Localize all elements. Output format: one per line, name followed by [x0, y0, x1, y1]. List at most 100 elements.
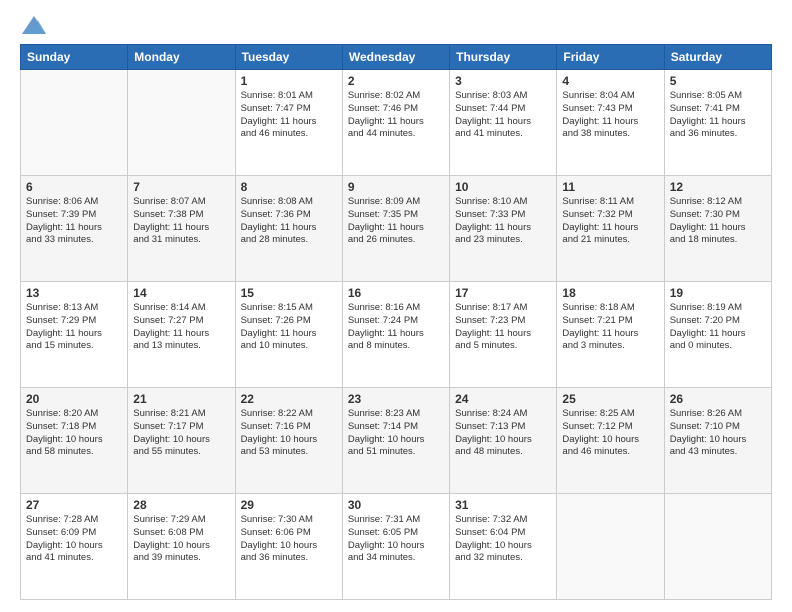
weekday-header-wednesday: Wednesday — [342, 45, 449, 70]
week-row-2: 6Sunrise: 8:06 AMSunset: 7:39 PMDaylight… — [21, 176, 772, 282]
day-number: 30 — [348, 498, 444, 512]
calendar-cell: 18 Sunrise: 8:18 AMSunset: 7:21 PMDayligh… — [557, 282, 664, 388]
cell-text: Sunrise: 8:03 AMSunset: 7:44 PMDaylight:… — [455, 90, 551, 141]
cell-text: Sunrise: 8:05 AMSunset: 7:41 PMDaylight:… — [670, 90, 766, 141]
logo — [20, 16, 46, 34]
day-number: 7 — [133, 180, 229, 194]
weekday-header-sunday: Sunday — [21, 45, 128, 70]
cell-text: Sunrise: 8:16 AMSunset: 7:24 PMDaylight:… — [348, 302, 444, 353]
day-number: 5 — [670, 74, 766, 88]
calendar-cell: 1 Sunrise: 8:01 AMSunset: 7:47 PMDaylight… — [235, 70, 342, 176]
weekday-header-row: SundayMondayTuesdayWednesdayThursdayFrid… — [21, 45, 772, 70]
day-number: 23 — [348, 392, 444, 406]
calendar-cell: 2 Sunrise: 8:02 AMSunset: 7:46 PMDaylight… — [342, 70, 449, 176]
calendar-cell: 31 Sunrise: 7:32 AMSunset: 6:04 PMDayligh… — [450, 494, 557, 600]
calendar-cell: 8Sunrise: 8:08 AMSunset: 7:36 PMDaylight… — [235, 176, 342, 282]
cell-text: Sunrise: 8:01 AMSunset: 7:47 PMDaylight:… — [241, 90, 337, 141]
calendar-cell: 16 Sunrise: 8:16 AMSunset: 7:24 PMDayligh… — [342, 282, 449, 388]
weekday-header-saturday: Saturday — [664, 45, 771, 70]
calendar-cell: 26 Sunrise: 8:26 AMSunset: 7:10 PMDayligh… — [664, 388, 771, 494]
day-number: 25 — [562, 392, 658, 406]
cell-text: Sunrise: 7:32 AMSunset: 6:04 PMDaylight:… — [455, 514, 551, 565]
day-number: 27 — [26, 498, 122, 512]
cell-text: Sunrise: 8:19 AMSunset: 7:20 PMDaylight:… — [670, 302, 766, 353]
cell-text: Sunrise: 8:14 AMSunset: 7:27 PMDaylight:… — [133, 302, 229, 353]
cell-text: Sunrise: 7:31 AMSunset: 6:05 PMDaylight:… — [348, 514, 444, 565]
day-number: 28 — [133, 498, 229, 512]
day-number: 15 — [241, 286, 337, 300]
day-number: 18 — [562, 286, 658, 300]
day-number: 24 — [455, 392, 551, 406]
cell-text: Sunrise: 8:26 AMSunset: 7:10 PMDaylight:… — [670, 408, 766, 459]
cell-text: Sunrise: 8:04 AMSunset: 7:43 PMDaylight:… — [562, 90, 658, 141]
cell-text: Sunrise: 7:29 AMSunset: 6:08 PMDaylight:… — [133, 514, 229, 565]
calendar-cell: 22 Sunrise: 8:22 AMSunset: 7:16 PMDayligh… — [235, 388, 342, 494]
calendar-cell: 6Sunrise: 8:06 AMSunset: 7:39 PMDaylight… — [21, 176, 128, 282]
cell-text: Sunrise: 8:07 AMSunset: 7:38 PMDaylight:… — [133, 196, 229, 247]
calendar-cell: 19 Sunrise: 8:19 AMSunset: 7:20 PMDayligh… — [664, 282, 771, 388]
calendar-cell: 20 Sunrise: 8:20 AMSunset: 7:18 PMDayligh… — [21, 388, 128, 494]
day-number: 12 — [670, 180, 766, 194]
calendar-cell: 11 Sunrise: 8:11 AMSunset: 7:32 PMDayligh… — [557, 176, 664, 282]
day-number: 20 — [26, 392, 122, 406]
calendar-cell — [664, 494, 771, 600]
day-number: 9 — [348, 180, 444, 194]
page: SundayMondayTuesdayWednesdayThursdayFrid… — [0, 0, 792, 612]
day-number: 29 — [241, 498, 337, 512]
day-number: 4 — [562, 74, 658, 88]
calendar-cell: 30 Sunrise: 7:31 AMSunset: 6:05 PMDayligh… — [342, 494, 449, 600]
logo-icon — [22, 16, 46, 34]
day-number: 19 — [670, 286, 766, 300]
cell-text: Sunrise: 8:11 AMSunset: 7:32 PMDaylight:… — [562, 196, 658, 247]
calendar-cell: 15Sunrise: 8:15 AMSunset: 7:26 PMDayligh… — [235, 282, 342, 388]
calendar-cell: 27 Sunrise: 7:28 AMSunset: 6:09 PMDayligh… — [21, 494, 128, 600]
calendar-cell: 9 Sunrise: 8:09 AMSunset: 7:35 PMDaylight… — [342, 176, 449, 282]
week-row-1: 1 Sunrise: 8:01 AMSunset: 7:47 PMDaylight… — [21, 70, 772, 176]
day-number: 1 — [241, 74, 337, 88]
cell-text: Sunrise: 8:08 AMSunset: 7:36 PMDaylight:… — [241, 196, 337, 247]
calendar-cell: 24 Sunrise: 8:24 AMSunset: 7:13 PMDayligh… — [450, 388, 557, 494]
cell-text: Sunrise: 8:06 AMSunset: 7:39 PMDaylight:… — [26, 196, 122, 247]
cell-text: Sunrise: 8:18 AMSunset: 7:21 PMDaylight:… — [562, 302, 658, 353]
calendar-cell: 23 Sunrise: 8:23 AMSunset: 7:14 PMDayligh… — [342, 388, 449, 494]
calendar-cell: 25 Sunrise: 8:25 AMSunset: 7:12 PMDayligh… — [557, 388, 664, 494]
cell-text: Sunrise: 8:25 AMSunset: 7:12 PMDaylight:… — [562, 408, 658, 459]
day-number: 17 — [455, 286, 551, 300]
cell-text: Sunrise: 8:23 AMSunset: 7:14 PMDaylight:… — [348, 408, 444, 459]
calendar-cell — [21, 70, 128, 176]
day-number: 26 — [670, 392, 766, 406]
week-row-5: 27 Sunrise: 7:28 AMSunset: 6:09 PMDayligh… — [21, 494, 772, 600]
day-number: 31 — [455, 498, 551, 512]
day-number: 2 — [348, 74, 444, 88]
calendar-cell: 12Sunrise: 8:12 AMSunset: 7:30 PMDayligh… — [664, 176, 771, 282]
cell-text: Sunrise: 8:22 AMSunset: 7:16 PMDaylight:… — [241, 408, 337, 459]
week-row-3: 13Sunrise: 8:13 AMSunset: 7:29 PMDayligh… — [21, 282, 772, 388]
weekday-header-tuesday: Tuesday — [235, 45, 342, 70]
calendar-cell: 13Sunrise: 8:13 AMSunset: 7:29 PMDayligh… — [21, 282, 128, 388]
day-number: 10 — [455, 180, 551, 194]
calendar-cell: 21 Sunrise: 8:21 AMSunset: 7:17 PMDayligh… — [128, 388, 235, 494]
weekday-header-friday: Friday — [557, 45, 664, 70]
calendar-cell: 3 Sunrise: 8:03 AMSunset: 7:44 PMDaylight… — [450, 70, 557, 176]
weekday-header-monday: Monday — [128, 45, 235, 70]
calendar-table: SundayMondayTuesdayWednesdayThursdayFrid… — [20, 44, 772, 600]
cell-text: Sunrise: 8:02 AMSunset: 7:46 PMDaylight:… — [348, 90, 444, 141]
calendar-cell: 17 Sunrise: 8:17 AMSunset: 7:23 PMDayligh… — [450, 282, 557, 388]
cell-text: Sunrise: 8:20 AMSunset: 7:18 PMDaylight:… — [26, 408, 122, 459]
calendar-cell: 4 Sunrise: 8:04 AMSunset: 7:43 PMDaylight… — [557, 70, 664, 176]
cell-text: Sunrise: 7:28 AMSunset: 6:09 PMDaylight:… — [26, 514, 122, 565]
cell-text: Sunrise: 7:30 AMSunset: 6:06 PMDaylight:… — [241, 514, 337, 565]
calendar-cell: 5 Sunrise: 8:05 AMSunset: 7:41 PMDaylight… — [664, 70, 771, 176]
weekday-header-thursday: Thursday — [450, 45, 557, 70]
day-number: 13 — [26, 286, 122, 300]
cell-text: Sunrise: 8:21 AMSunset: 7:17 PMDaylight:… — [133, 408, 229, 459]
cell-text: Sunrise: 8:17 AMSunset: 7:23 PMDaylight:… — [455, 302, 551, 353]
day-number: 11 — [562, 180, 658, 194]
day-number: 22 — [241, 392, 337, 406]
day-number: 3 — [455, 74, 551, 88]
cell-text: Sunrise: 8:10 AMSunset: 7:33 PMDaylight:… — [455, 196, 551, 247]
day-number: 21 — [133, 392, 229, 406]
cell-text: Sunrise: 8:09 AMSunset: 7:35 PMDaylight:… — [348, 196, 444, 247]
day-number: 16 — [348, 286, 444, 300]
cell-text: Sunrise: 8:24 AMSunset: 7:13 PMDaylight:… — [455, 408, 551, 459]
